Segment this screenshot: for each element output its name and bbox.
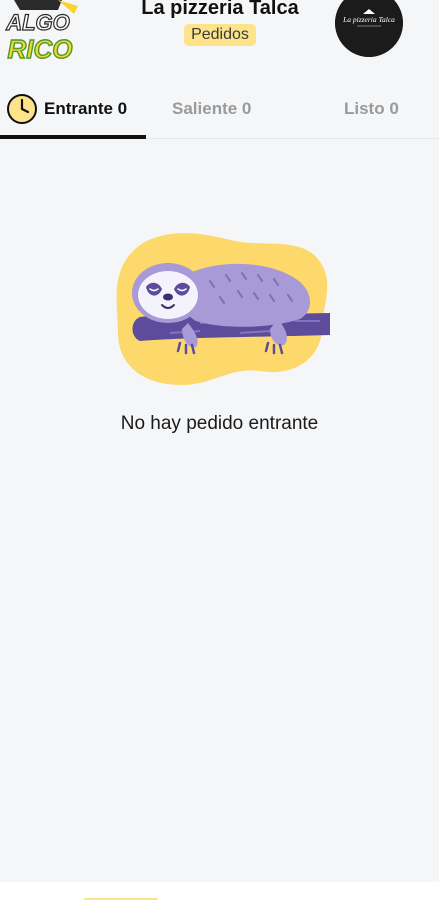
app-screen: ALGO RICO La pizzeria Talca Pedidos La p… bbox=[0, 0, 439, 900]
logo-word-top: ALGO bbox=[5, 10, 70, 35]
active-tab-indicator bbox=[0, 135, 146, 139]
title-block: La pizzeria Talca Pedidos bbox=[110, 0, 330, 46]
bottom-navigation-bar bbox=[0, 882, 439, 900]
clock-icon bbox=[7, 94, 37, 124]
app-header: ALGO RICO La pizzeria Talca Pedidos La p… bbox=[0, 0, 439, 70]
sleeping-sloth-illustration bbox=[116, 233, 330, 385]
restaurant-name: La pizzeria Talca bbox=[141, 0, 299, 19]
tab-incoming[interactable]: Entrante 0 bbox=[0, 80, 146, 139]
tab-outgoing[interactable]: Saliente 0 bbox=[172, 80, 251, 138]
store-avatar[interactable]: La pizzeria Talca bbox=[335, 0, 403, 57]
empty-state: No hay pedido entrante bbox=[0, 225, 439, 435]
avatar-label: La pizzeria Talca bbox=[342, 15, 395, 24]
order-status-tabs: Entrante 0 Saliente 0 Listo 0 bbox=[0, 80, 439, 139]
tab-incoming-label: Entrante 0 bbox=[44, 99, 128, 118]
brand-logo: ALGO RICO bbox=[0, 0, 82, 64]
tab-ready-label: Listo 0 bbox=[344, 99, 399, 118]
empty-state-message: No hay pedido entrante bbox=[120, 413, 319, 434]
logo-word-bottom: RICO bbox=[8, 34, 73, 64]
section-badge: Pedidos bbox=[184, 24, 256, 46]
tab-ready[interactable]: Listo 0 bbox=[344, 80, 399, 138]
tab-outgoing-label: Saliente 0 bbox=[172, 99, 252, 118]
